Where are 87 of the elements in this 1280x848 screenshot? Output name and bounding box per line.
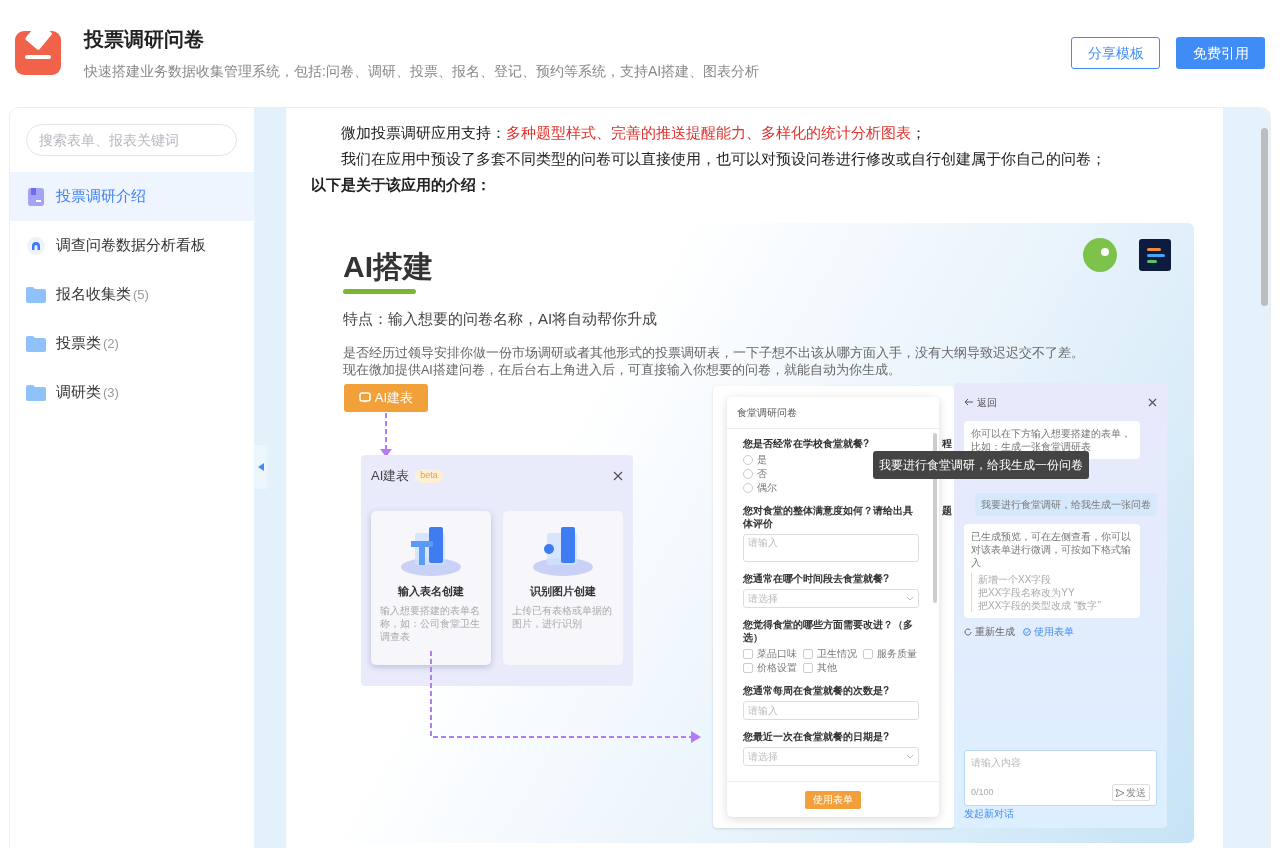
question-label: 您觉得食堂的哪些方面需要改进？（多选）: [743, 618, 914, 644]
checkbox[interactable]: [803, 649, 813, 659]
sidebar-item[interactable]: 报名收集类(5): [10, 270, 254, 319]
folder-icon: [26, 286, 46, 303]
checkbox[interactable]: [743, 663, 753, 673]
question-label: 您对食堂的整体满意度如何？请给出具体评价: [743, 504, 914, 530]
option-label: 否: [757, 468, 767, 480]
send-button[interactable]: 发送: [1112, 784, 1150, 801]
message-text: 我要进行食堂调研，给我生成一张问卷: [981, 498, 1151, 511]
question-label: 您通常每周在食堂就餐的次数是?: [743, 684, 891, 697]
folder-icon: [26, 335, 46, 352]
chevron-down-icon: [906, 754, 914, 759]
checkbox[interactable]: [863, 649, 873, 659]
chat-input[interactable]: 请输入内容 0/100 发送: [964, 750, 1157, 806]
close-icon: [1148, 397, 1157, 407]
option-label: 菜品口味: [757, 648, 797, 660]
caret-left-icon: [257, 463, 264, 471]
option-title: 输入表名创建: [398, 584, 464, 599]
check-circle-icon: [1023, 627, 1031, 636]
question-label: 您通常在哪个时间段去食堂就餐?: [743, 572, 891, 585]
item-count: (3): [103, 383, 119, 402]
banner-title: AI搭建: [343, 249, 434, 285]
use-template-button[interactable]: 免费引用: [1176, 37, 1265, 69]
brand-logo-icon: [1083, 238, 1117, 272]
beta-badge: beta: [415, 469, 443, 483]
option-label: 是: [757, 454, 767, 466]
sidebar-item[interactable]: 调查问卷数据分析看板: [10, 221, 254, 270]
collapse-button[interactable]: [254, 445, 267, 489]
use-form-link[interactable]: 使用表单: [1023, 624, 1074, 639]
ai-build-button[interactable]: AI建表: [344, 384, 428, 412]
refresh-icon: [964, 627, 972, 636]
intro-paragraph: 微加投票调研应用支持：多种题型样式、完善的推送提醒能力、多样化的统计分析图表；: [340, 123, 927, 143]
create-option-card[interactable]: 输入表名创建 输入想要搭建的表单名称，如：公司食堂卫生调查表: [371, 511, 491, 665]
document-icon: [28, 187, 44, 206]
sidebar-item[interactable]: 投票调研介绍: [10, 172, 254, 221]
char-counter: 0/100: [971, 785, 994, 799]
example-text: 把XX字段的类型改成 “数字”: [978, 599, 1102, 612]
chat-icon: [358, 392, 371, 404]
item-count: (2): [103, 334, 119, 353]
form-title: 食堂调研问卷: [727, 397, 939, 429]
input-field[interactable]: 请输入: [743, 701, 919, 720]
text-area[interactable]: 请输入: [743, 534, 919, 562]
question-label: 您最近一次在食堂就餐的日期是?: [743, 730, 891, 743]
regenerate-button[interactable]: 重新生成: [964, 624, 1015, 639]
obscured-text: 程: [942, 437, 952, 451]
page-title: 投票调研问卷: [84, 27, 205, 51]
new-chat-link[interactable]: 发起新对话: [964, 808, 1157, 820]
description-text: 是否经历过领导安排你做一份市场调研或者其他形式的投票调研表，一下子想不出该从哪方面入手，没有大纲导致迟迟交不了差。: [343, 344, 1084, 362]
back-arrow-icon: [964, 398, 973, 406]
option-label: 价格设置: [757, 662, 797, 674]
sidebar-item[interactable]: 调研类(3): [10, 368, 254, 417]
item-count: (5): [133, 285, 149, 304]
dialog-title: AI建表: [371, 467, 410, 486]
sidebar-item[interactable]: 投票类(2): [10, 319, 254, 368]
app-menu-icon: [1139, 239, 1171, 271]
chevron-down-icon: [906, 596, 914, 601]
send-icon: [1116, 788, 1124, 797]
obscured-text: 题: [942, 504, 952, 518]
intro-paragraph: 我们在应用中预设了多套不同类型的问卷可以直接使用，也可以对预设问卷进行修改或自行创建属于你自己的问卷；: [340, 149, 1107, 169]
dashboard-icon: [27, 236, 45, 255]
close-icon: [613, 471, 623, 481]
checkbox[interactable]: [743, 649, 753, 659]
option-label: 其他: [817, 662, 837, 674]
intro-paragraph: 以下是关于该应用的介绍：: [311, 175, 492, 195]
option-label: 服务质量: [877, 648, 917, 660]
option-label: 偶尔: [757, 482, 777, 494]
option-title: 识别图片创建: [530, 584, 596, 599]
search-field[interactable]: 搜索表单、报表关键词: [26, 124, 237, 156]
input-placeholder: 请输入内容: [971, 756, 1022, 770]
select-field[interactable]: 请选择: [743, 589, 919, 608]
description-text: 现在微加提供AI搭建问卷，在后台右上角进入后，可直接输入你想要的问卷，就能自动为你生成。: [343, 361, 902, 379]
message-text: 已生成预览，可在左侧查看，你可以对该表单进行微调，可按如下格式输入: [971, 530, 1132, 569]
use-form-button[interactable]: 使用表单: [805, 790, 861, 809]
folder-icon: [26, 384, 46, 401]
tooltip: 我要进行食堂调研，给我生成一份问卷: [873, 451, 1089, 479]
question-label: 您是否经常在学校食堂就餐?: [743, 437, 871, 450]
checkbox[interactable]: [803, 663, 813, 673]
example-text: 把XX字段名称改为YY: [978, 586, 1076, 599]
page-subtitle: 快速搭建业务数据收集管理系统，包括:问卷、调研、投票、报名、登记、预约等系统，支持AI搭建、图表分析: [84, 62, 760, 81]
option-description: 输入想要搭建的表单名称，如：公司食堂卫生调查表: [380, 603, 481, 643]
dashed-arrow: [380, 413, 392, 457]
back-link[interactable]: 返回: [977, 394, 997, 410]
message-text: 你可以在下方输入想要搭建的表单，比如：生成一张食堂调研表: [971, 427, 1132, 453]
feature-text: 特点：输入想要的问卷名称，AI将自动帮你升成: [343, 309, 659, 329]
select-field[interactable]: 请选择: [743, 747, 919, 766]
option-label: 卫生情况: [817, 648, 857, 660]
share-template-button[interactable]: 分享模板: [1071, 37, 1160, 69]
